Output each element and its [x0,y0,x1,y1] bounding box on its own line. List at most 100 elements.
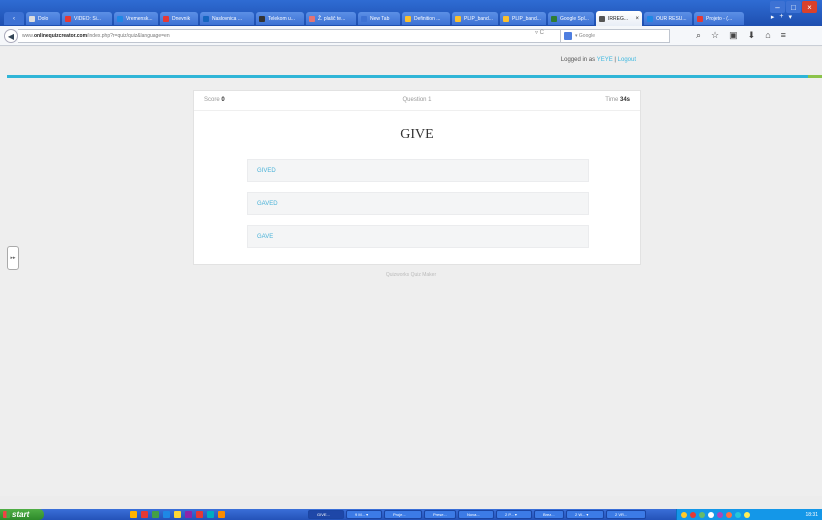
tab-label: Projeto - (... [706,15,733,22]
search-icon[interactable]: ⌕ [696,30,701,41]
start-label: start [12,510,30,519]
taskbar-task[interactable]: Prese... [424,510,456,519]
side-panel-toggle[interactable]: ▸▸ [7,246,19,270]
minimize-button[interactable]: – [770,1,785,13]
close-window-button[interactable]: × [802,1,817,13]
quick-launch-icon[interactable] [196,511,203,518]
taskbar-task[interactable]: Brez... [534,510,564,519]
url-path: /index.php?r=quiz/quiz&language=en [87,33,170,39]
quick-launch-icon[interactable] [218,511,225,518]
tab-label: Vremensk... [126,15,153,22]
bookmark-star-icon[interactable]: ☆ [711,30,719,41]
tab-label: New Tab [370,15,390,22]
tray-icon[interactable] [735,511,741,518]
login-status: Logged in as YEYE | Logout [561,57,636,63]
answer-option-1[interactable]: GIVED [247,159,589,182]
taskbar-task[interactable]: 9 M... ▾ [346,510,382,519]
tab-favicon-icon [551,15,557,22]
browser-tab[interactable]: New Tab [358,12,400,25]
search-engine-icon[interactable] [564,32,572,40]
tab-label: PLIP_band... [512,15,541,22]
browser-tab[interactable]: Ž. plašč te... [306,12,356,25]
quick-launch-icon[interactable] [207,511,214,518]
browser-tab[interactable]: PLIP_band... [500,12,546,25]
menu-icon[interactable]: ≡ [781,30,786,41]
tab-more-button[interactable]: ▸ [771,13,775,21]
tray-icon[interactable] [708,511,714,518]
browser-tab[interactable]: Telekom u... [256,12,304,25]
tray-icon[interactable] [681,511,687,518]
search-placeholder: ▾ Google [575,33,596,39]
answer-option-3[interactable]: GAVE [247,225,589,248]
browser-tab[interactable]: Naslovnica ... [200,12,254,25]
timer: Time 34s [605,97,630,103]
username-link[interactable]: YEYE [597,57,613,63]
browser-tab[interactable]: Google Spl... [548,12,594,25]
taskbar-task[interactable]: GIVE... [308,510,344,519]
download-icon[interactable]: ⬇ [748,30,756,41]
new-tab-button[interactable]: + [779,13,783,21]
reload-icon[interactable]: ▿ C [535,29,544,36]
quiz-maker-link[interactable]: Quizworks Quiz Maker [0,272,822,278]
browser-tab[interactable]: Definition ... [402,12,450,25]
question-number: Question 1 [402,97,432,103]
tab-label: Naslovnica ... [212,15,243,22]
taskbar-task[interactable]: 2 W... ▾ [566,510,604,519]
quick-launch-icon[interactable] [152,511,159,518]
tray-icon[interactable] [744,511,750,518]
close-tab-icon[interactable]: × [635,16,639,22]
browser-tab[interactable]: PLIP_band... [452,12,498,25]
search-input[interactable]: ▾ Google [560,29,670,43]
quick-launch-icon[interactable] [163,511,170,518]
start-button[interactable]: start [0,509,44,520]
taskbar-task[interactable]: Nova... [458,510,494,519]
address-bar[interactable]: www. onlinequizcreator.com/index.php?r=qu… [18,29,578,43]
browser-nav-bar: ◀ www. onlinequizcreator.com/index.php?r=… [0,26,822,46]
maximize-button[interactable]: □ [786,1,801,13]
tab-label: Google Spl... [560,15,589,22]
accent-bar [7,75,822,78]
quick-launch-icon[interactable] [141,511,148,518]
browser-tab[interactable]: OUR RESU... [644,12,692,25]
back-button[interactable]: ◀ [4,29,18,43]
tray-icon[interactable] [726,511,732,518]
separator: | [614,57,616,63]
quiz-card: Score 0 Question 1 Time 34s GIVE GIVED G… [193,90,641,265]
tab-label: IRREG... [608,15,629,22]
time-value: 34s [619,97,630,103]
browser-tab[interactable]: Dnevnik [160,12,198,25]
tray-icon[interactable] [690,511,696,518]
tab-scroll-left-button[interactable]: ‹ [4,12,24,25]
browser-tab-bar: ‹ Dolo VIDEO: Si... Vremensk... Dnevnik Nasl… [0,0,822,26]
quick-launch-icon[interactable] [185,511,192,518]
logged-in-label: Logged in as [560,57,596,63]
tray-icon[interactable] [699,511,705,518]
tab-label: PLIP_band... [464,15,493,22]
quick-launch-icon[interactable] [130,511,137,518]
taskbar-task[interactable]: 2 VR... [606,510,646,519]
tray-icon[interactable] [717,511,723,518]
tab-favicon-icon [203,15,209,22]
quick-launch-icon[interactable] [174,511,181,518]
browser-tab[interactable]: Projeto - (... [694,12,744,25]
browser-tab[interactable]: Dolo [26,12,60,25]
tab-favicon-icon [309,15,315,22]
tab-label: Dnevnik [172,15,191,22]
browser-tab[interactable]: IRREG... × [596,11,642,26]
browser-tab[interactable]: Vremensk... [114,12,158,25]
taskbar-task[interactable]: 2 P... ▾ [496,510,532,519]
browser-tab[interactable]: VIDEO: Si... [62,12,112,25]
url-domain: onlinequizcreator.com [33,33,88,39]
logout-link[interactable]: Logout [618,57,636,63]
clock: 18:31 [805,511,818,518]
tab-label: OUR RESU... [656,15,687,22]
tab-favicon-icon [599,15,605,22]
tab-favicon-icon [163,15,169,22]
answer-option-2[interactable]: GAVED [247,192,589,215]
bookmarks-icon[interactable]: ▣ [729,30,738,41]
question-text: GIVE [400,127,434,142]
taskbar-task[interactable]: Proje... [384,510,422,519]
home-icon[interactable]: ⌂ [765,30,770,41]
windows-logo-icon [3,511,10,518]
tab-list-button[interactable]: ▾ [788,13,792,21]
